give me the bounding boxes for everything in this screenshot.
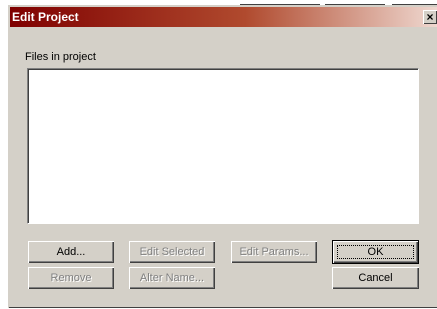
alter-name-button[interactable]: Alter Name... xyxy=(129,267,215,289)
cancel-button[interactable]: Cancel xyxy=(332,267,419,289)
ok-button-label: OK xyxy=(367,246,384,258)
title-bar[interactable]: Edit Project × xyxy=(10,7,437,27)
edit-selected-button-label: Edit Selected xyxy=(139,246,205,258)
edit-params-button-label: Edit Params... xyxy=(239,246,309,258)
cancel-button-label: Cancel xyxy=(358,272,393,284)
remove-button[interactable]: Remove xyxy=(28,267,114,289)
remove-button-label: Remove xyxy=(50,272,92,284)
add-button[interactable]: Add... xyxy=(28,241,114,263)
files-in-project-label: Files in project xyxy=(25,51,96,63)
edit-project-dialog: Edit Project × Files in project Add... E… xyxy=(8,5,437,308)
window-title: Edit Project xyxy=(12,10,79,24)
alter-name-button-label: Alter Name... xyxy=(139,272,205,284)
close-button[interactable]: × xyxy=(423,10,437,24)
edit-selected-button[interactable]: Edit Selected xyxy=(129,241,215,263)
add-button-label: Add... xyxy=(56,246,86,258)
ok-button[interactable]: OK xyxy=(332,240,419,264)
edit-params-button[interactable]: Edit Params... xyxy=(231,241,317,263)
files-listbox[interactable] xyxy=(27,68,419,224)
close-icon: × xyxy=(426,10,434,24)
